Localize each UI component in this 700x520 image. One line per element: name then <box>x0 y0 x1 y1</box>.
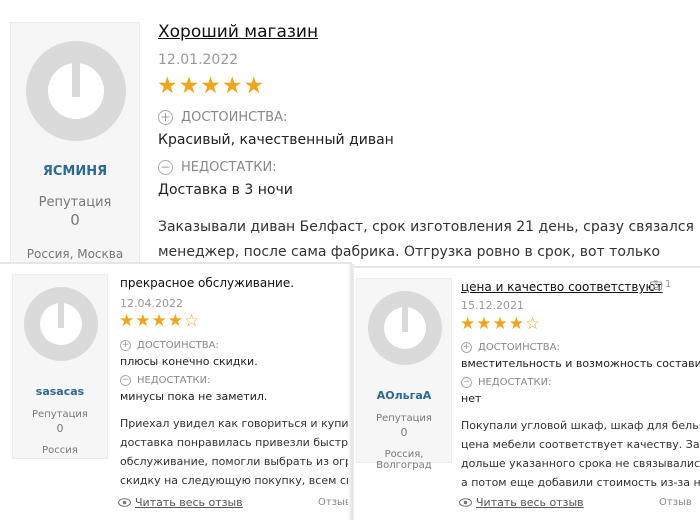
review-date: 12.01.2022 <box>158 52 239 68</box>
star-icon: ★ <box>167 311 184 331</box>
cons-text: нет <box>461 392 482 405</box>
review-body-line: менеджер, после сама фабрика. Отгрузка р… <box>158 244 661 260</box>
review-card-2: sasacas Репутация 0 Россия прекрасное об… <box>0 262 352 520</box>
star-icon: ★ <box>178 73 201 99</box>
review-card-1: ЯСМИНЯ Репутация 0 Россия, Москва Хороши… <box>0 0 700 262</box>
cons-header: − НЕДОСТАТКИ: <box>158 160 277 175</box>
review-date: 12.04.2022 <box>120 297 183 310</box>
star-icon: ★ <box>508 314 525 334</box>
pros-header: + ДОСТОИНСТВА: <box>120 340 219 351</box>
star-icon: ★ <box>135 311 152 331</box>
review-body-line: обслуживание, помогли выбрать из огромно… <box>120 455 352 468</box>
reviewer-panel: sasacas Репутация 0 Россия <box>12 274 108 459</box>
avatar[interactable] <box>26 41 126 141</box>
review-body-line: доставка понравилась привезли быстро, со… <box>120 436 352 449</box>
review-footer-extra: Отзыв <box>318 497 351 508</box>
read-full-review-link[interactable]: Читать весь отзыв <box>118 496 243 509</box>
user-location: Россия <box>42 445 78 456</box>
pros-text: вместительность и возможность составить … <box>461 357 700 370</box>
rating-stars: ★★★★☆ <box>460 314 541 334</box>
eye-icon <box>459 498 472 507</box>
plus-icon: + <box>158 110 173 125</box>
minus-icon: − <box>120 375 131 386</box>
review-title[interactable]: Хороший магазин <box>158 22 318 42</box>
star-icon: ★ <box>119 311 136 331</box>
eye-icon <box>118 498 131 507</box>
cons-text: минусы пока не заметил. <box>120 390 268 403</box>
read-full-review-link[interactable]: Читать весь отзыв <box>459 496 584 509</box>
reputation-value: 0 <box>56 422 64 435</box>
star-icon: ★ <box>460 314 477 334</box>
review-body-line: а потом еще добавили стоимость из-за нев… <box>461 476 700 489</box>
username[interactable]: АОльгаА <box>357 389 451 402</box>
username[interactable]: sasacas <box>13 385 107 398</box>
pros-label: ДОСТОИНСТВА: <box>181 110 288 125</box>
star-icon: ★ <box>492 314 509 334</box>
pros-text: плюсы конечно скидки. <box>120 355 258 368</box>
cons-header: − НЕДОСТАТКИ: <box>120 375 211 386</box>
plus-icon: + <box>461 342 472 353</box>
review-date: 15.12.2021 <box>461 299 524 312</box>
review-body-line: цена мебели соответствует качеству. Зака… <box>461 438 700 451</box>
pros-text: Красивый, качественный диван <box>158 132 394 148</box>
pros-header: + ДОСТОИНСТВА: <box>158 110 287 125</box>
review-body-line: Покупали угловой шкаф, шкаф для белья и … <box>461 419 700 432</box>
pros-label: ДОСТОИНСТВА: <box>478 342 560 353</box>
cons-label: НЕДОСТАТКИ: <box>478 377 552 388</box>
reputation-label: Репутация <box>376 413 432 424</box>
review-title[interactable]: цена и качество соответствуют <box>461 280 663 294</box>
photo-count-value: 1 <box>665 279 672 290</box>
minus-icon: − <box>461 377 472 388</box>
user-location: Россия, Волгоград <box>376 449 432 471</box>
photo-count: 1 <box>650 279 671 290</box>
read-full-review-label: Читать весь отзыв <box>135 496 243 509</box>
star-empty-icon: ☆ <box>184 311 201 331</box>
cons-label: НЕДОСТАТКИ: <box>181 160 277 175</box>
rating-stars: ★★★★☆ <box>119 311 200 331</box>
cons-text: Доставка в 3 ночи <box>158 182 293 198</box>
star-icon: ★ <box>151 311 168 331</box>
star-icon: ★ <box>476 314 493 334</box>
star-icon: ★ <box>200 73 222 99</box>
reputation-value: 0 <box>400 426 408 439</box>
plus-icon: + <box>120 340 131 351</box>
review-footer-extra: Отзыв <box>659 497 692 508</box>
star-icon: ★ <box>157 73 179 99</box>
star-icon: ★ <box>221 73 244 99</box>
avatar[interactable] <box>368 291 442 365</box>
cons-header: − НЕДОСТАТКИ: <box>461 377 552 388</box>
reputation-label: Репутация <box>38 195 112 210</box>
reputation-value: 0 <box>70 211 80 229</box>
review-title[interactable]: прекрасное обслуживание. <box>120 276 294 290</box>
cons-label: НЕДОСТАТКИ: <box>137 375 211 386</box>
review-body-line: Заказывали диван Белфаст, срок изготовле… <box>158 219 694 235</box>
camera-icon <box>650 280 662 290</box>
reputation-label: Репутация <box>32 409 88 420</box>
star-empty-icon: ☆ <box>525 314 542 334</box>
username[interactable]: ЯСМИНЯ <box>11 164 139 179</box>
rating-stars: ★★★★★ <box>157 73 265 99</box>
pros-label: ДОСТОИНСТВА: <box>137 340 219 351</box>
user-location: Россия, Москва <box>26 247 124 261</box>
review-card-3: АОльгаА Репутация 0 Россия, Волгоград це… <box>354 266 700 520</box>
review-body-line: Приехал увидел как говориться и купил хо… <box>120 417 352 430</box>
review-body-line: дольше указанного срока не связывались д… <box>461 457 700 470</box>
minus-icon: − <box>158 160 173 175</box>
avatar[interactable] <box>24 287 98 361</box>
pros-header: + ДОСТОИНСТВА: <box>461 342 560 353</box>
read-full-review-label: Читать весь отзыв <box>476 496 584 509</box>
reviewer-panel: ЯСМИНЯ Репутация 0 Россия, Москва <box>10 22 140 262</box>
reviewer-panel: АОльгаА Репутация 0 Россия, Волгоград <box>356 278 452 471</box>
star-icon: ★ <box>243 73 266 99</box>
review-body-line: скидку на следующую покупку, всем спасиб… <box>120 474 352 487</box>
